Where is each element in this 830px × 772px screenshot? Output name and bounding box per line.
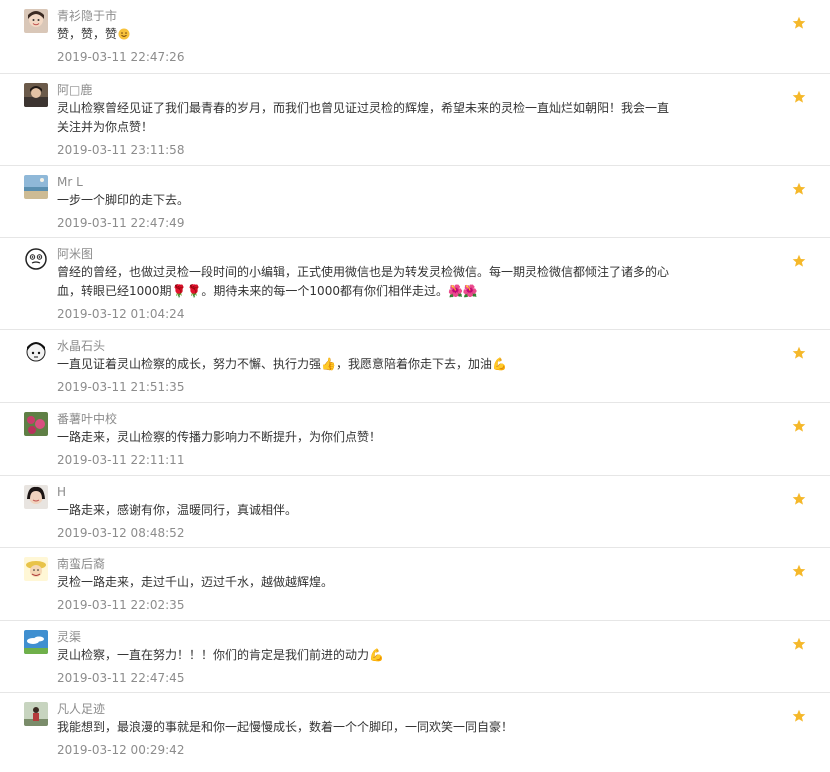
- comment-nickname: Mr L: [57, 175, 83, 189]
- comment-item: 阿米图 曾经的曾经，也做过灵检一段时间的小编辑，正式使用微信也是为转发灵检微信。…: [0, 237, 830, 329]
- avatar[interactable]: [24, 339, 48, 363]
- user-avatar-icon: [24, 557, 48, 581]
- user-avatar-icon: [24, 175, 48, 199]
- avatar[interactable]: [24, 557, 48, 581]
- comment-item: H 一路走来，感谢有你，温暖同行，真诚相伴。 2019-03-12 08:48:…: [0, 475, 830, 547]
- comment-content: 灵检一路走来，走过千山，迈过千水，越做越辉煌。: [57, 575, 334, 589]
- comment-content: 一步一个脚印的走下去。: [57, 193, 190, 207]
- smile-emoji-icon: [118, 28, 130, 40]
- comment-item: 番薯叶中校 一路走来，灵山检察的传播力影响力不断提升，为你们点赞！ 2019-0…: [0, 402, 830, 475]
- comment-content: 我能想到，最浪漫的事就是和你一起慢慢成长，数着一个个脚印，一同欢笑一同自豪！: [57, 720, 514, 734]
- comment-time: 2019-03-11 21:51:35: [57, 380, 185, 394]
- star-icon[interactable]: [792, 182, 806, 196]
- user-avatar-icon: [24, 412, 48, 436]
- comment-nickname: H: [57, 485, 67, 499]
- comment-item: 阿□鹿 灵山检察曾经见证了我们最青春的岁月，而我们也曾见证过灵检的辉煌，希望未来…: [0, 73, 830, 165]
- comment-time: 2019-03-11 22:47:49: [57, 216, 185, 230]
- avatar[interactable]: [24, 175, 48, 199]
- comment-nickname: 南蛮后裔: [57, 557, 106, 571]
- comment-nickname: 阿□鹿: [57, 83, 93, 97]
- comment-item: 青衫隐于市 赞，赞，赞 2019-03-11 22:47:26: [0, 0, 830, 73]
- comment-content: 一直见证着灵山检察的成长，努力不懈、执行力强👍，我愿意陪着你走下去，加油💪: [57, 357, 507, 371]
- star-icon[interactable]: [792, 564, 806, 578]
- comment-time: 2019-03-12 08:48:52: [57, 526, 185, 540]
- comment-nickname: 灵渠: [57, 630, 82, 644]
- user-avatar-icon: [24, 83, 48, 107]
- comment-time: 2019-03-12 01:04:24: [57, 307, 185, 321]
- avatar[interactable]: [24, 247, 48, 271]
- comment-nickname: 凡人足迹: [57, 702, 106, 716]
- comment-list: 青衫隐于市 赞，赞，赞 2019-03-11 22:47:26 阿□鹿 灵山检察…: [0, 0, 830, 764]
- comment-time: 2019-03-12 00:29:42: [57, 743, 185, 757]
- comment-time: 2019-03-11 22:11:11: [57, 453, 185, 467]
- comment-content: 一路走来，感谢有你，温暖同行，真诚相伴。: [57, 503, 298, 517]
- star-icon[interactable]: [792, 16, 806, 30]
- star-icon[interactable]: [792, 90, 806, 104]
- avatar[interactable]: [24, 9, 48, 33]
- comment-time: 2019-03-11 22:02:35: [57, 598, 185, 612]
- star-icon[interactable]: [792, 346, 806, 360]
- comment-time: 2019-03-11 23:11:58: [57, 143, 185, 157]
- comment-text: 赞，赞，赞: [57, 27, 118, 41]
- star-icon[interactable]: [792, 419, 806, 433]
- comment-content: 一路走来，灵山检察的传播力影响力不断提升，为你们点赞！: [57, 430, 382, 444]
- comment-nickname: 水晶石头: [57, 339, 106, 353]
- comment-item: 凡人足迹 我能想到，最浪漫的事就是和你一起慢慢成长，数着一个个脚印，一同欢笑一同…: [0, 692, 830, 764]
- user-avatar-icon: [24, 485, 48, 509]
- comment-time: 2019-03-11 22:47:45: [57, 671, 185, 685]
- avatar[interactable]: [24, 83, 48, 107]
- comment-item: 水晶石头 一直见证着灵山检察的成长，努力不懈、执行力强👍，我愿意陪着你走下去，加…: [0, 329, 830, 402]
- user-avatar-icon: [24, 702, 48, 726]
- user-avatar-icon: [24, 247, 48, 271]
- star-icon[interactable]: [792, 637, 806, 651]
- comment-content: 灵山检察曾经见证了我们最青春的岁月，而我们也曾见证过灵检的辉煌，希望未来的灵检一…: [57, 101, 670, 134]
- comment-time: 2019-03-11 22:47:26: [57, 50, 185, 64]
- comment-content: 灵山检察，一直在努力！！！你们的肯定是我们前进的动力💪: [57, 648, 384, 662]
- comment-item: Mr L 一步一个脚印的走下去。 2019-03-11 22:47:49: [0, 165, 830, 237]
- comment-item: 灵渠 灵山检察，一直在努力！！！你们的肯定是我们前进的动力💪 2019-03-1…: [0, 620, 830, 692]
- star-icon[interactable]: [792, 492, 806, 506]
- user-avatar-icon: [24, 9, 48, 33]
- comment-content: 赞，赞，赞: [57, 25, 677, 44]
- comment-nickname: 阿米图: [57, 247, 94, 261]
- avatar[interactable]: [24, 412, 48, 436]
- comment-nickname: 青衫隐于市: [57, 9, 118, 23]
- comment-nickname: 番薯叶中校: [57, 412, 118, 426]
- comment-content: 曾经的曾经，也做过灵检一段时间的小编辑，正式使用微信也是为转发灵检微信。每一期灵…: [57, 265, 670, 298]
- star-icon[interactable]: [792, 709, 806, 723]
- avatar[interactable]: [24, 630, 48, 654]
- comment-item: 南蛮后裔 灵检一路走来，走过千山，迈过千水，越做越辉煌。 2019-03-11 …: [0, 547, 830, 620]
- user-avatar-icon: [24, 339, 48, 363]
- user-avatar-icon: [24, 630, 48, 654]
- star-icon[interactable]: [792, 254, 806, 268]
- avatar[interactable]: [24, 702, 48, 726]
- avatar[interactable]: [24, 485, 48, 509]
